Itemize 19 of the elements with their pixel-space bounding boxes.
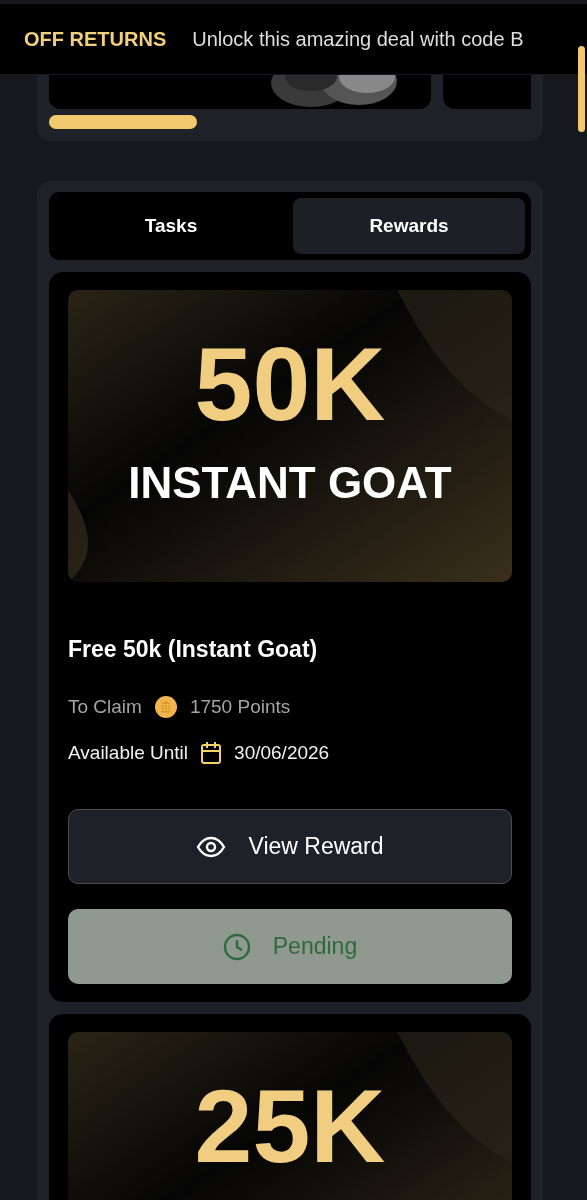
banner-subtitle: INSTANT GOAT: [128, 458, 452, 508]
claim-label: To Claim: [68, 696, 142, 718]
clock-icon: [222, 932, 251, 961]
tab[interactable]: Rewards: [293, 198, 525, 254]
tab[interactable]: Tasks: [55, 198, 287, 254]
banner-amount: 25K: [194, 1074, 386, 1178]
scrollbar-thumb[interactable]: [578, 46, 585, 132]
banner-amount: 50K: [194, 332, 386, 436]
availability-date: 30/06/2026: [234, 742, 330, 764]
coin-icon: [153, 695, 178, 719]
calendar-icon: [200, 741, 223, 765]
view-reward-button[interactable]: View Reward: [68, 809, 512, 884]
carousel-slide[interactable]: [443, 75, 531, 109]
eye-icon: [196, 835, 227, 858]
points-value: 1750 Points: [189, 696, 291, 718]
ticker-text: OFF RETURNS: [24, 27, 167, 51]
availability-label: Available Until: [68, 742, 189, 764]
reward-title: Free 50k (Instant Goat): [68, 636, 319, 663]
ticker-text: Unlock this amazing deal with code B: [192, 27, 524, 51]
